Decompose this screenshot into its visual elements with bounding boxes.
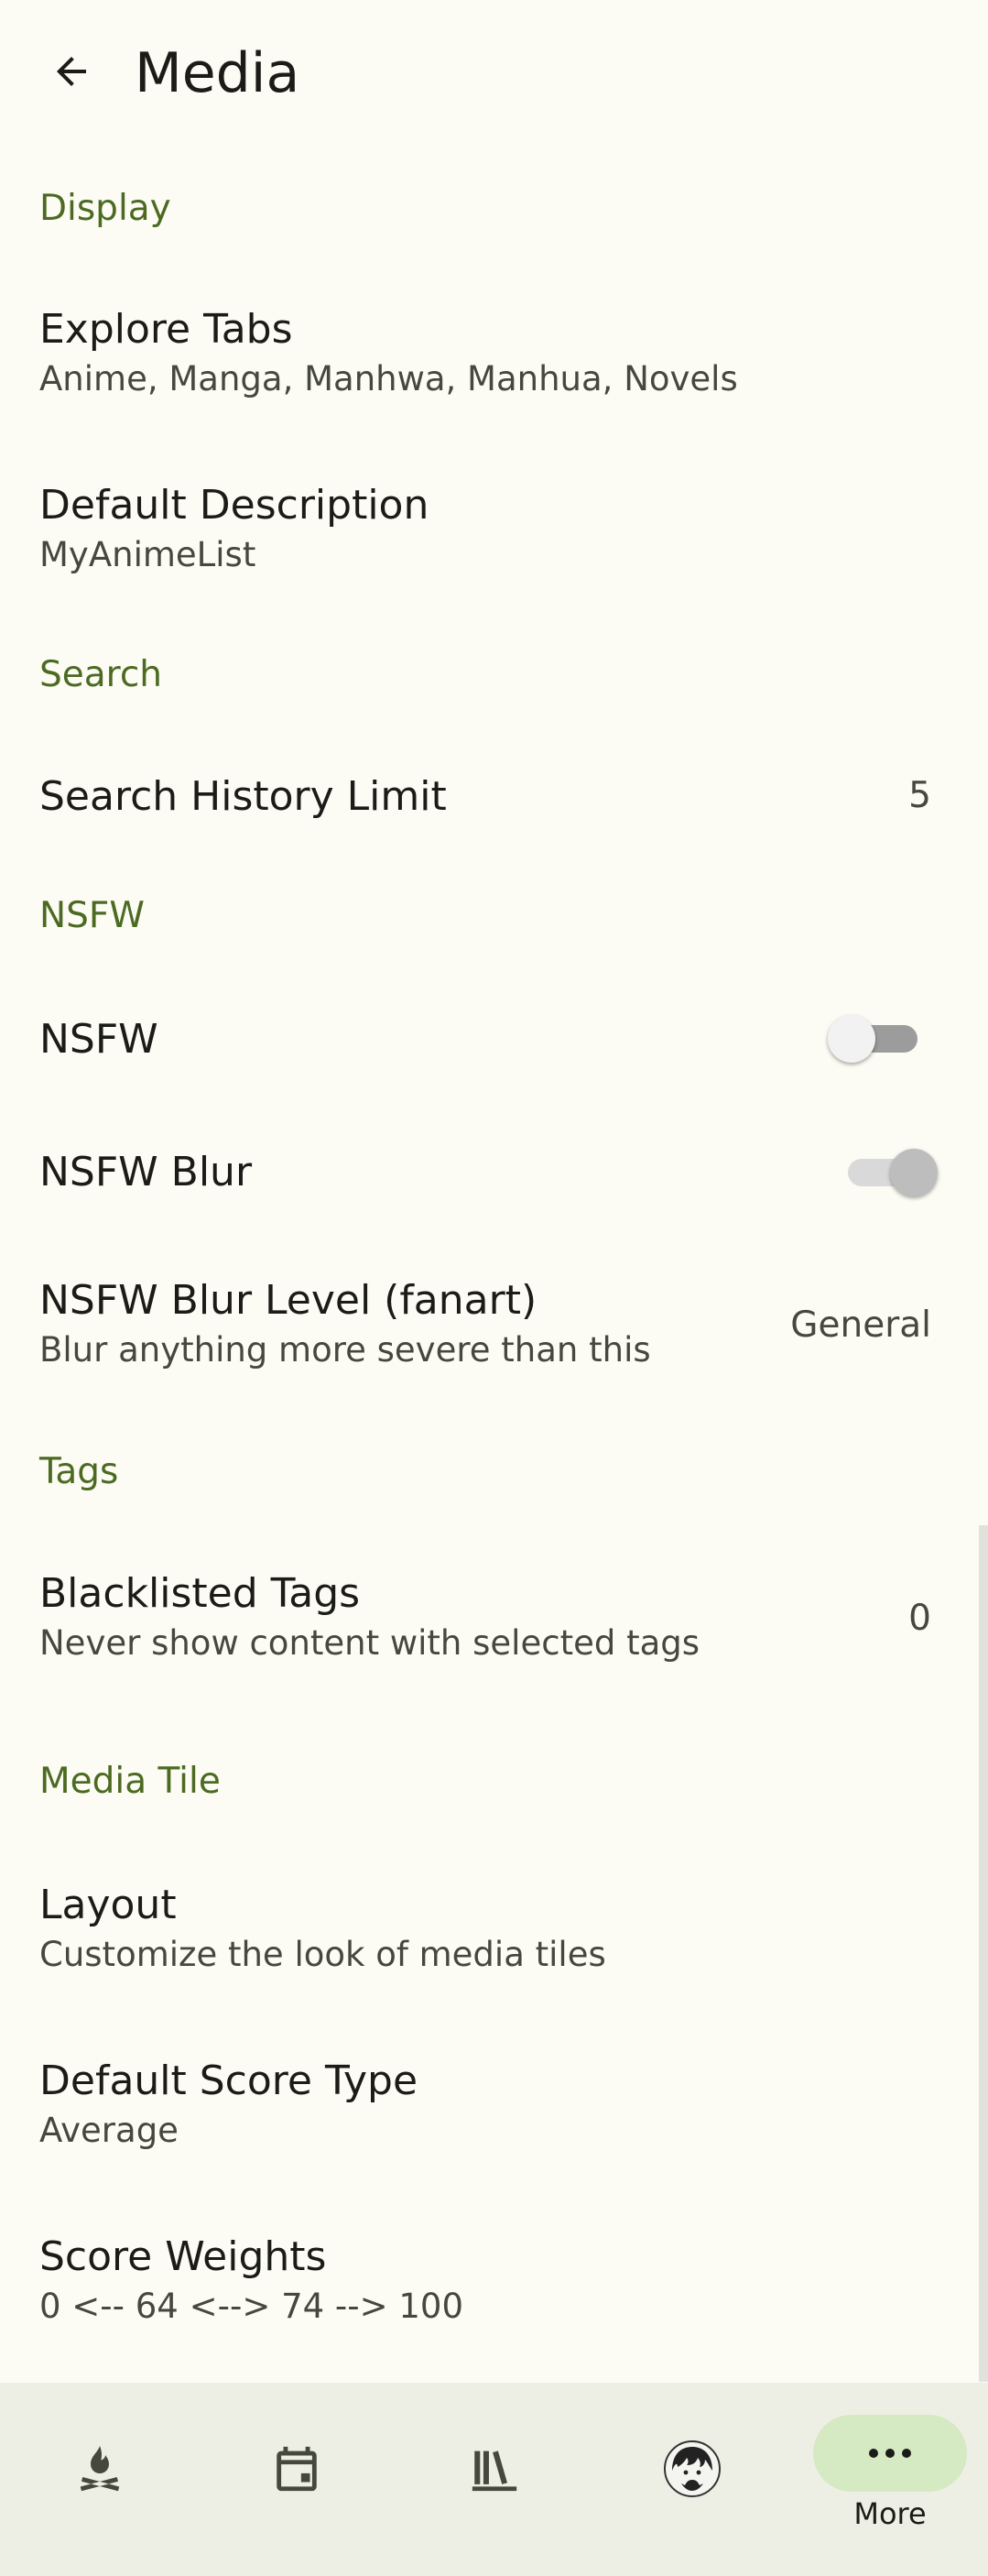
avatar bbox=[663, 2440, 721, 2497]
toggle-thumb bbox=[890, 1149, 938, 1196]
pref-summary: Anime, Manga, Manhwa, Manhua, Novels bbox=[39, 359, 738, 398]
calendar-icon bbox=[276, 2446, 317, 2492]
section-header-media-tile: Media Tile bbox=[39, 1761, 221, 1802]
nsfw-blur-toggle[interactable] bbox=[848, 1141, 938, 1205]
section-header-tags: Tags bbox=[39, 1451, 119, 1492]
pref-layout[interactable]: Layout Customize the look of media tiles bbox=[0, 1869, 988, 1997]
pref-title: Default Description bbox=[39, 482, 429, 529]
pref-blacklisted-tags[interactable]: Blacklisted Tags Never show content with… bbox=[0, 1557, 988, 1686]
campfire-icon bbox=[80, 2446, 119, 2492]
arrow-back-icon bbox=[57, 57, 86, 86]
pref-title: NSFW Blur Level (fanart) bbox=[39, 1277, 537, 1324]
bottom-navigation bbox=[0, 2383, 988, 2576]
app-bar: Media bbox=[0, 0, 988, 147]
page-title: Media bbox=[135, 41, 300, 105]
nav-item-calendar[interactable] bbox=[198, 2383, 395, 2555]
toggle-thumb bbox=[828, 1015, 875, 1063]
more-horizontal-icon bbox=[869, 2449, 911, 2458]
library-icon bbox=[472, 2450, 516, 2492]
nav-item-more[interactable] bbox=[813, 2415, 967, 2492]
pref-summary: Customize the look of media tiles bbox=[39, 1935, 606, 1974]
scrollbar[interactable] bbox=[979, 1525, 988, 2382]
pref-value: 5 bbox=[908, 775, 931, 816]
pref-title: NSFW Blur bbox=[39, 1149, 253, 1195]
nav-item-explore[interactable] bbox=[1, 2383, 198, 2555]
pref-nsfw-blur-level[interactable]: NSFW Blur Level (fanart) Blur anything m… bbox=[0, 1264, 988, 1392]
pref-default-score-type[interactable]: Default Score Type Average bbox=[0, 2045, 988, 2173]
pref-value: 0 bbox=[908, 1598, 931, 1639]
nsfw-toggle[interactable] bbox=[828, 1007, 917, 1071]
pref-title: Score Weights bbox=[39, 2233, 327, 2280]
pref-summary: Average bbox=[39, 2111, 179, 2150]
pref-explore-tabs[interactable]: Explore Tabs Anime, Manga, Manhwa, Manhu… bbox=[0, 293, 988, 421]
pref-title: Search History Limit bbox=[39, 773, 447, 820]
pref-summary: Never show content with selected tags bbox=[39, 1623, 700, 1663]
pref-search-history-limit[interactable]: Search History Limit 5 bbox=[0, 742, 988, 852]
nav-label-more: More bbox=[853, 2496, 927, 2531]
back-button[interactable] bbox=[38, 38, 104, 104]
pref-summary: Blur anything more severe than this bbox=[39, 1330, 651, 1370]
pref-title: Layout bbox=[39, 1882, 177, 1928]
section-header-search: Search bbox=[39, 654, 162, 695]
section-header-display: Display bbox=[39, 188, 171, 229]
pref-nsfw-blur[interactable]: NSFW Blur bbox=[0, 1118, 988, 1228]
nav-item-profile[interactable] bbox=[593, 2383, 790, 2555]
pref-summary: MyAnimeList bbox=[39, 535, 256, 574]
pref-title: Default Score Type bbox=[39, 2058, 418, 2104]
pref-default-description[interactable]: Default Description MyAnimeList bbox=[0, 469, 988, 597]
nav-item-library[interactable] bbox=[396, 2383, 592, 2555]
pref-title: Blacklisted Tags bbox=[39, 1570, 361, 1617]
pref-nsfw[interactable]: NSFW bbox=[0, 985, 988, 1095]
pref-value: General bbox=[790, 1304, 931, 1346]
pref-summary: 0 <-- 64 <--> 74 --> 100 bbox=[39, 2287, 464, 2326]
pref-title: NSFW bbox=[39, 1016, 158, 1063]
pref-title: Explore Tabs bbox=[39, 306, 293, 353]
section-header-nsfw: NSFW bbox=[39, 895, 145, 936]
pref-score-weights[interactable]: Score Weights 0 <-- 64 <--> 74 --> 100 bbox=[0, 2221, 988, 2349]
